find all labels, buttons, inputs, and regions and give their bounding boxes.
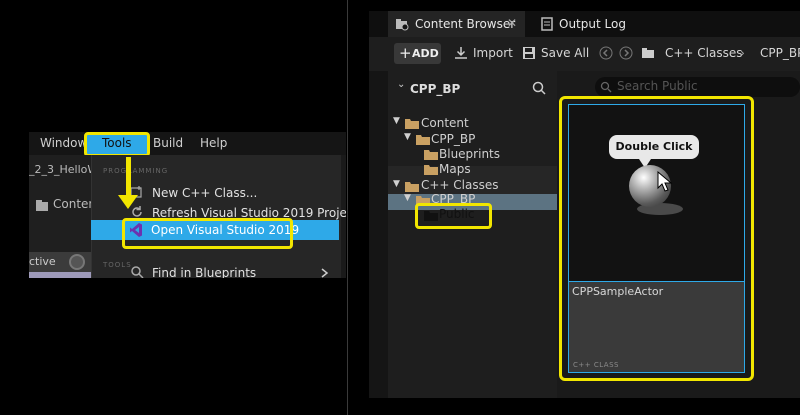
menu-build[interactable]: Build — [153, 136, 183, 150]
menu-item-find-blueprints[interactable]: Find in Blueprints — [152, 266, 256, 278]
arrow-down-icon — [118, 195, 138, 209]
arrow-shaft — [126, 157, 131, 197]
search-field-icon — [600, 81, 612, 93]
menu-help[interactable]: Help — [200, 136, 227, 150]
content-tab[interactable]: Conten — [53, 197, 96, 211]
content-toolbar: + ADD Import Save All C++ Classes › CPP_… — [369, 37, 800, 71]
search-placeholder: Search Public — [617, 79, 698, 93]
expand-cpp-bp-icon[interactable]: ▼ — [404, 132, 411, 142]
tree-root-label: CPP_BP — [410, 82, 461, 96]
expand-cpp-classes-icon[interactable]: ▼ — [393, 179, 400, 189]
submenu-chevron-icon — [321, 268, 329, 278]
mouse-cursor-icon — [657, 171, 673, 192]
callout-text: Double Click — [615, 140, 693, 153]
content-browser-icon — [396, 19, 409, 31]
mode-label: ctive — [29, 255, 56, 268]
content-folder-icon — [405, 119, 419, 129]
callout-bubble: Double Click — [609, 135, 699, 159]
panel-divider — [347, 0, 348, 415]
menu-window[interactable]: Window — [40, 136, 87, 150]
folder-icon — [642, 48, 654, 58]
collapse-chevron-icon[interactable]: ⌄ — [397, 79, 405, 90]
asset-thumbnail: Double Click — [569, 105, 744, 280]
breadcrumb-cpp-bp[interactable]: CPP_BP — [760, 46, 800, 60]
section-programming: PROGRAMMING — [103, 167, 169, 175]
add-button-label: ADD — [412, 47, 439, 60]
save-all-icon — [523, 47, 535, 59]
tree-item-cpp-classes[interactable]: C++ Classes — [421, 178, 499, 192]
open-vs-highlight-box — [122, 218, 293, 249]
tools-highlight-box — [84, 132, 150, 157]
tab-bar: Content Browser ✕ Output Log — [369, 11, 800, 37]
import-button[interactable]: Import — [473, 46, 513, 60]
tab-output-log[interactable]: Output Log — [539, 11, 639, 37]
asset-grid: Search Public Double Click CPPSampleActo… — [557, 71, 800, 398]
level-tab[interactable]: _2_3_HelloW — [29, 163, 98, 176]
tree-header: ⌄ CPP_BP — [388, 76, 557, 102]
menu-bar: Window Tools Build Help — [29, 132, 346, 157]
folder-tree: ⌄ CPP_BP ▼ Content ▼ CPP_BP Blueprints M… — [388, 71, 557, 398]
section-tools: TOOLS — [103, 261, 132, 269]
viewport-strip — [29, 272, 91, 278]
public-highlight-box — [415, 203, 492, 229]
content-icon — [36, 200, 48, 211]
breadcrumb-separator-icon: › — [740, 46, 745, 60]
plus-icon: + — [399, 44, 412, 62]
tree-item-maps[interactable]: Maps — [439, 162, 471, 176]
asset-name: CPPSampleActor — [572, 285, 664, 298]
tree-item-content[interactable]: Content — [421, 116, 469, 130]
save-all-button[interactable]: Save All — [541, 46, 589, 60]
maps-folder-icon — [424, 165, 438, 175]
search-icon[interactable] — [532, 81, 546, 95]
output-log-icon — [541, 17, 553, 31]
tab-output-log-label: Output Log — [559, 17, 626, 31]
expand-content-icon[interactable]: ▼ — [393, 116, 400, 126]
menu-item-new-class[interactable]: New C++ Class... — [152, 186, 257, 200]
record-icon[interactable] — [69, 254, 85, 270]
forward-icon[interactable] — [619, 46, 633, 60]
tab-content-browser[interactable]: Content Browser ✕ — [388, 11, 525, 37]
tree-item-blueprints[interactable]: Blueprints — [439, 147, 500, 161]
tab-content-browser-label: Content Browser — [415, 17, 516, 31]
breadcrumb-cpp-classes[interactable]: C++ Classes — [665, 46, 743, 60]
editor-background: _2_3_HelloW Conten ctive — [29, 155, 98, 278]
import-icon — [455, 47, 467, 59]
expand-cpp-bp-2-icon[interactable]: ▼ — [404, 193, 411, 203]
cpp-bp-folder-icon — [416, 135, 430, 145]
back-icon[interactable] — [599, 46, 613, 60]
tab-close-icon[interactable]: ✕ — [507, 16, 517, 30]
asset-type: C++ CLASS — [573, 361, 619, 369]
asset-tile[interactable]: Double Click CPPSampleActor C++ CLASS — [568, 104, 745, 373]
blueprints-folder-icon — [424, 150, 438, 160]
add-button[interactable]: + ADD — [394, 43, 441, 64]
cpp-classes-folder-icon — [405, 182, 419, 192]
asset-info: CPPSampleActor C++ CLASS — [569, 281, 744, 372]
editor-menu-region: Window Tools Build Help _2_3_HelloW Cont… — [29, 132, 346, 278]
tree-item-cpp-bp[interactable]: CPP_BP — [431, 132, 475, 146]
find-icon — [131, 266, 144, 278]
content-browser-window: Content Browser ✕ Output Log + ADD Impor… — [369, 11, 800, 398]
search-input[interactable]: Search Public — [595, 77, 800, 97]
